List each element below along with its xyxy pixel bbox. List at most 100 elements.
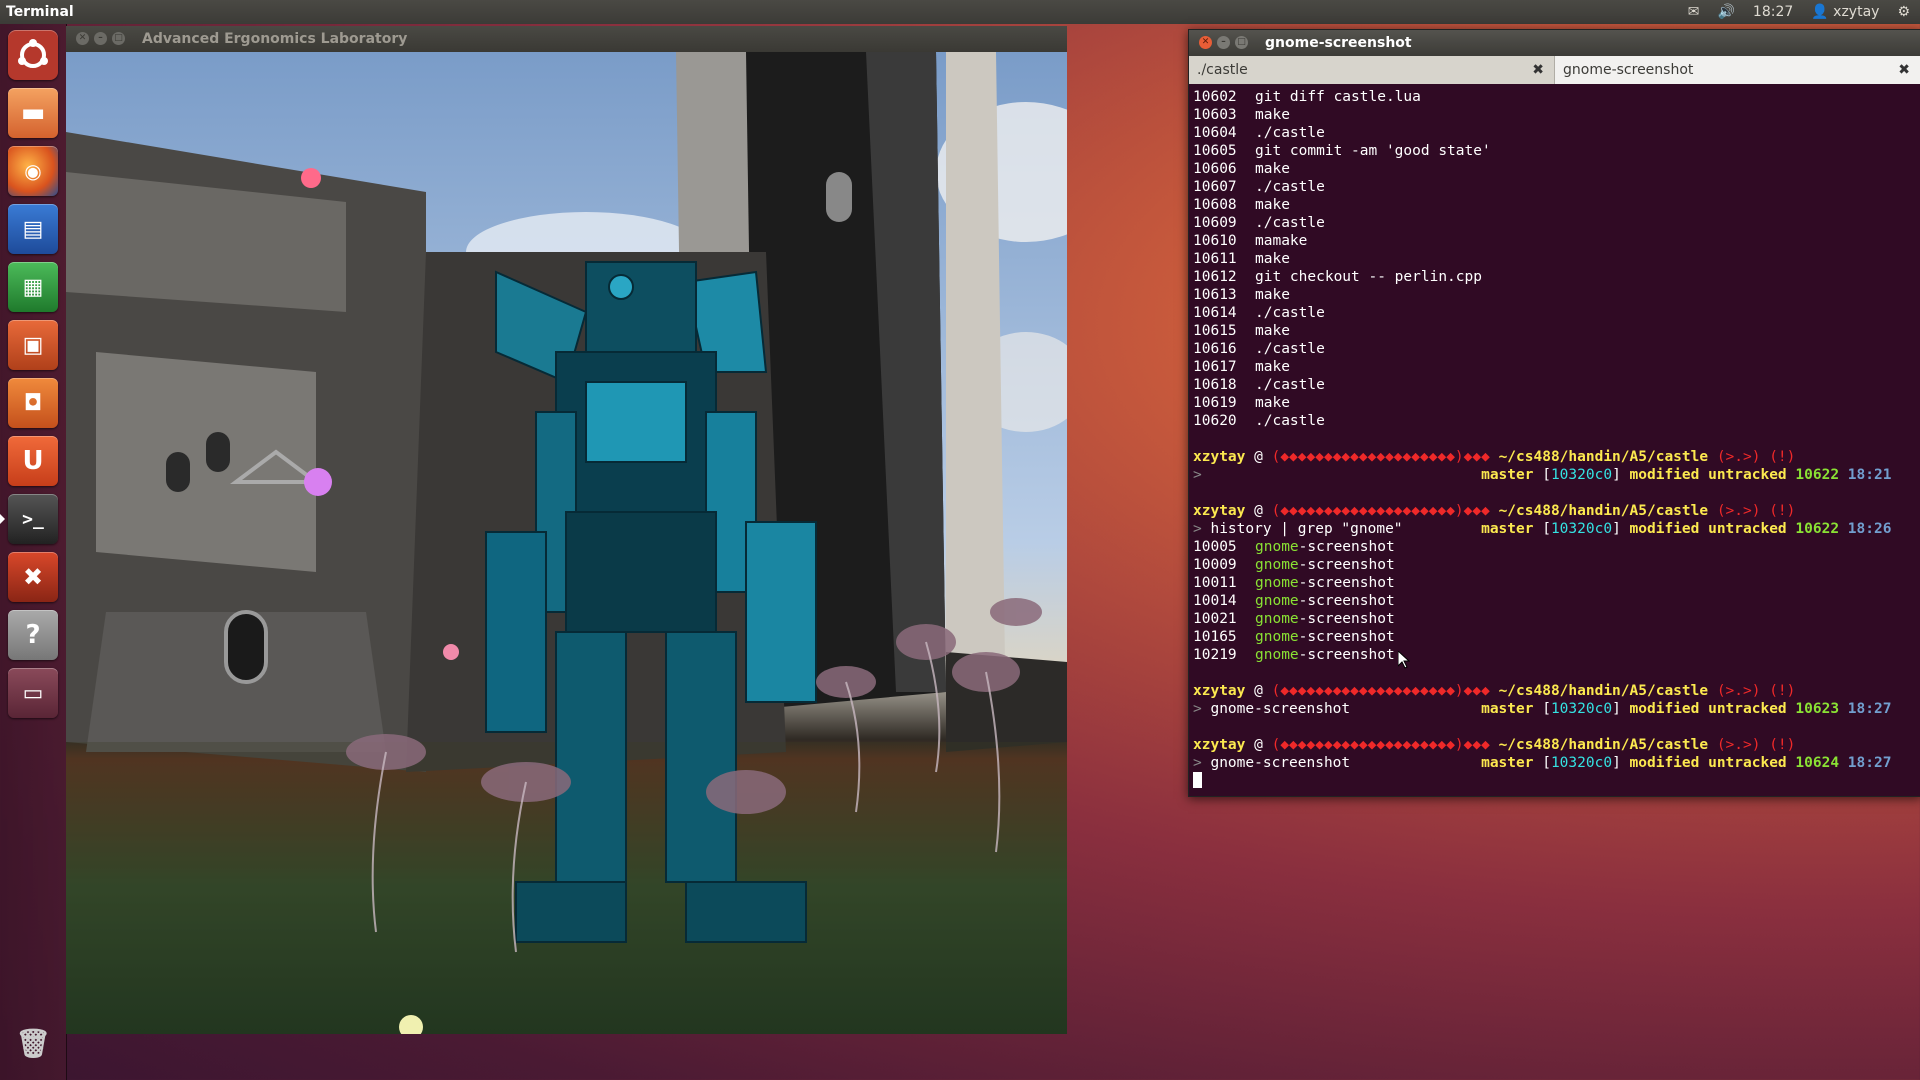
grep-match: gnome <box>1255 647 1299 663</box>
software-center-button[interactable]: ◘ <box>8 378 58 428</box>
terminal-button[interactable]: >_ <box>0 494 58 544</box>
tab-label: gnome-screenshot <box>1563 62 1694 78</box>
terminal-line: xzytay @ (◆◆◆◆◆◆◆◆◆◆◆◆◆◆◆◆◆◆◆◆)◆◆◆ ~/cs4… <box>1193 682 1913 700</box>
history-number: 10602 <box>1193 89 1237 105</box>
system-settings-button[interactable]: ✖ <box>8 552 58 602</box>
workspaces-button[interactable]: ▭ <box>8 668 58 718</box>
terminal-titlebar[interactable]: ✕ – □ gnome-screenshot <box>1189 30 1920 56</box>
prompt-user: xzytay <box>1193 683 1246 699</box>
terminal-line: 10606 make <box>1193 160 1913 178</box>
git-status: modified untracked <box>1629 755 1796 771</box>
history-number: 10021 <box>1193 611 1237 627</box>
game-window[interactable]: ✕ – □ Advanced Ergonomics Laboratory <box>66 26 1067 1034</box>
close-button[interactable]: ✕ <box>76 32 89 45</box>
history-command: ./castle <box>1255 377 1325 393</box>
terminal-line: > history | grep "gnome" master [10320c0… <box>1193 520 1913 538</box>
prompt-at: @ <box>1245 683 1272 699</box>
calc-button[interactable]: ▦ <box>8 262 58 312</box>
prompt-path: ~/cs488/handin/A5/castle <box>1489 449 1717 465</box>
game-viewport[interactable] <box>66 52 1067 1034</box>
game-titlebar[interactable]: ✕ – □ Advanced Ergonomics Laboratory <box>66 26 1067 52</box>
git-branch: master <box>1481 521 1534 537</box>
history-number: 10605 <box>1193 143 1237 159</box>
bracket: [ <box>1533 701 1551 717</box>
history-number: 10613 <box>1193 287 1237 303</box>
volume-icon[interactable]: 🔊 <box>1717 0 1734 24</box>
maximize-button[interactable]: □ <box>112 32 125 45</box>
history-number: 10610 <box>1193 233 1237 249</box>
terminal-line: 10021 gnome-screenshot <box>1193 610 1913 628</box>
trash-icon: 🗑 <box>15 1026 51 1060</box>
workspace-icon: ▭ <box>22 680 44 706</box>
history-number: 10608 <box>1193 197 1237 213</box>
firefox-button[interactable]: ◉ <box>8 146 58 196</box>
writer-button[interactable]: ▤ <box>8 204 58 254</box>
history-command: -screenshot <box>1298 629 1395 645</box>
maximize-button[interactable]: □ <box>1235 36 1248 49</box>
close-tab-icon[interactable]: ✖ <box>1532 56 1544 84</box>
user-menu[interactable]: 👤 xzytay <box>1811 0 1879 24</box>
prompt-command: gnome-screenshot <box>1210 701 1482 717</box>
shopping-bag-icon: ◘ <box>23 390 43 416</box>
ubuntu-one-button[interactable]: U <box>8 436 58 486</box>
history-number: 10609 <box>1193 215 1237 231</box>
history-number: 10604 <box>1193 125 1237 141</box>
terminal-line: 10608 make <box>1193 196 1913 214</box>
history-number: 10014 <box>1193 593 1237 609</box>
close-tab-icon[interactable]: ✖ <box>1898 56 1910 84</box>
history-command: ./castle <box>1255 305 1325 321</box>
history-command: ./castle <box>1255 179 1325 195</box>
history-command: ./castle <box>1255 125 1325 141</box>
terminal-line: 10614 ./castle <box>1193 304 1913 322</box>
dash-home-button[interactable] <box>8 30 58 80</box>
prompt-time: 18:26 <box>1847 521 1892 537</box>
grep-match: gnome <box>1255 539 1299 555</box>
history-number: 10619 <box>1193 395 1237 411</box>
prompt-at: @ <box>1245 449 1272 465</box>
clock[interactable]: 18:27 <box>1753 0 1793 24</box>
settings-icon: ✖ <box>22 563 44 591</box>
close-button[interactable]: ✕ <box>1199 36 1212 49</box>
history-number: 10612 <box>1193 269 1237 285</box>
prompt-at: @ <box>1245 503 1272 519</box>
user-icon: 👤 <box>1811 4 1829 20</box>
files-button[interactable]: ▬ <box>8 88 58 138</box>
git-status: modified untracked <box>1629 467 1796 483</box>
history-number: 10607 <box>1193 179 1237 195</box>
terminal-line: 10604 ./castle <box>1193 124 1913 142</box>
history-command: git checkout -- perlin.cpp <box>1255 269 1482 285</box>
history-command: make <box>1255 323 1290 339</box>
help-button[interactable]: ? <box>8 610 58 660</box>
terminal-window[interactable]: ✕ – □ gnome-screenshot ./castle ✖ gnome-… <box>1188 29 1920 797</box>
terminal-icon: >_ <box>22 508 44 530</box>
active-app-name: Terminal <box>6 4 74 20</box>
terminal-line: > gnome-screenshot master [10320c0] modi… <box>1193 754 1913 772</box>
terminal-line: 10607 ./castle <box>1193 178 1913 196</box>
history-command: -screenshot <box>1298 539 1395 555</box>
history-command: git diff castle.lua <box>1255 89 1421 105</box>
prompt-command <box>1210 467 1481 483</box>
firefox-icon: ◉ <box>24 159 42 183</box>
tab-castle[interactable]: ./castle ✖ <box>1189 56 1555 84</box>
grep-match: gnome <box>1255 629 1299 645</box>
minimize-button[interactable]: – <box>94 32 107 45</box>
history-command: make <box>1255 161 1290 177</box>
gear-icon[interactable]: ⚙ <box>1897 0 1910 24</box>
mouse-cursor-icon <box>1398 651 1410 669</box>
mail-icon[interactable]: ✉ <box>1688 0 1700 24</box>
trash-button[interactable]: 🗑 <box>8 1018 58 1068</box>
prompt-command: gnome-screenshot <box>1210 755 1482 771</box>
impress-button[interactable]: ▣ <box>8 320 58 370</box>
terminal-line: 10610 mamake <box>1193 232 1913 250</box>
terminal-output[interactable]: 10602 git diff castle.lua 10603 make 10604 ./… <box>1193 88 1913 788</box>
prompt-arrow: > <box>1193 755 1211 771</box>
minimize-button[interactable]: – <box>1217 36 1230 49</box>
terminal-line: 10620 ./castle <box>1193 412 1913 430</box>
prompt-user: xzytay <box>1193 449 1246 465</box>
u-icon: U <box>22 446 44 476</box>
git-hash: 10320c0 <box>1550 521 1613 537</box>
tab-gnome-screenshot[interactable]: gnome-screenshot ✖ <box>1555 56 1920 84</box>
grep-match: gnome <box>1255 611 1299 627</box>
